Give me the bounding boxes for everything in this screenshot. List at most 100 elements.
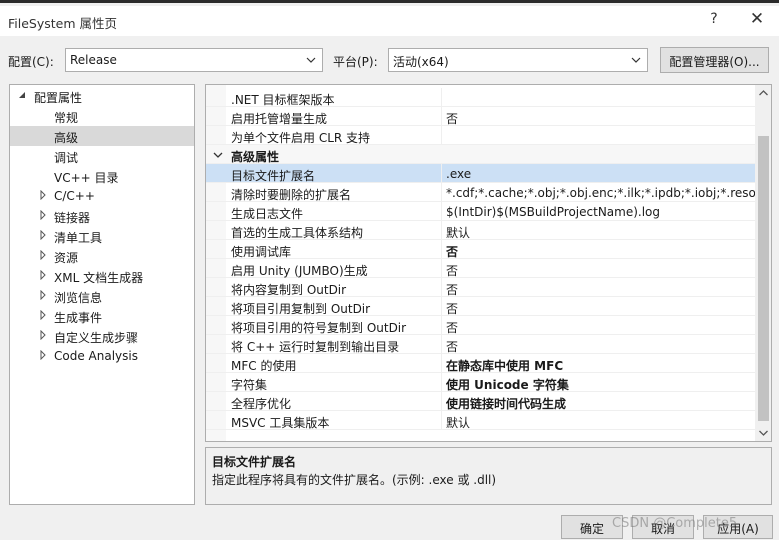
- tree-item-label: 自定义生成步骤: [54, 331, 139, 345]
- property-name: 字符集: [231, 378, 268, 392]
- tree-item[interactable]: 浏览信息: [10, 286, 194, 306]
- tree-item-label: 链接器: [54, 211, 91, 225]
- property-row[interactable]: 生成日志文件 $(IntDir)$(MSBuildProjectName).log: [206, 202, 756, 221]
- platform-select[interactable]: 活动(x64): [388, 48, 648, 72]
- property-row[interactable]: 为单个文件启用 CLR 支持: [206, 126, 756, 145]
- tree-item-label: C/C++: [54, 189, 95, 203]
- tree-item[interactable]: 清单工具: [10, 226, 194, 246]
- property-value[interactable]: 在静态库中使用 MFC: [446, 357, 756, 374]
- property-name: MSVC 工具集版本: [231, 416, 330, 430]
- collapsed-triangle-icon[interactable]: [38, 330, 48, 340]
- vertical-scrollbar[interactable]: [755, 85, 771, 441]
- collapsed-triangle-icon[interactable]: [38, 310, 48, 320]
- property-row[interactable]: 目标文件扩展名 .exe: [206, 164, 756, 183]
- property-value[interactable]: $(IntDir)$(MSBuildProjectName).log: [446, 205, 756, 219]
- property-value[interactable]: 否: [446, 262, 756, 279]
- property-row[interactable]: MFC 的使用 在静态库中使用 MFC: [206, 354, 756, 373]
- property-value[interactable]: 否: [446, 319, 756, 336]
- tree-item[interactable]: Code Analysis: [10, 346, 194, 366]
- property-value[interactable]: 默认: [446, 224, 756, 241]
- property-row[interactable]: .NET 目标框架版本: [206, 88, 756, 107]
- property-row[interactable]: 字符集 使用 Unicode 字符集: [206, 373, 756, 392]
- property-name: 目标文件扩展名: [231, 169, 316, 183]
- property-value[interactable]: 默认: [446, 414, 756, 431]
- property-row[interactable]: 将项目引用复制到 OutDir 否: [206, 297, 756, 316]
- scroll-down-icon[interactable]: [758, 428, 769, 438]
- column-divider: [441, 354, 442, 373]
- column-divider: [441, 392, 442, 411]
- property-row[interactable]: 启用托管增量生成 否: [206, 107, 756, 126]
- column-divider: [441, 221, 442, 240]
- tree-item-label: 高级: [54, 131, 79, 145]
- property-grid: .NET 目标框架版本 启用托管增量生成否为单个文件启用 CLR 支持 高级属性 目标…: [205, 84, 772, 442]
- property-value[interactable]: 否: [446, 281, 756, 298]
- property-name: MFC 的使用: [231, 359, 297, 373]
- property-value[interactable]: 使用 Unicode 字符集: [446, 376, 756, 393]
- column-divider: [441, 278, 442, 297]
- close-button[interactable]: ✕: [748, 9, 766, 29]
- tree-item-label: 浏览信息: [54, 291, 103, 305]
- tree-item[interactable]: 高级: [10, 126, 194, 146]
- property-row[interactable]: 将 C++ 运行时复制到输出目录 否: [206, 335, 756, 354]
- collapsed-triangle-icon[interactable]: [38, 250, 48, 260]
- configuration-manager-button[interactable]: 配置管理器(O)...: [660, 47, 769, 73]
- property-value[interactable]: 否: [446, 300, 756, 317]
- property-value[interactable]: *.cdf;*.cache;*.obj;*.obj.enc;*.ilk;*.ip…: [446, 186, 756, 200]
- tree-item[interactable]: VC++ 目录: [10, 166, 194, 186]
- tree-item[interactable]: 自定义生成步骤: [10, 326, 194, 346]
- config-select[interactable]: Release: [65, 48, 323, 72]
- chevron-down-icon[interactable]: [213, 151, 223, 159]
- property-row[interactable]: MSVC 工具集版本 默认: [206, 411, 756, 430]
- tree-item[interactable]: XML 文档生成器: [10, 266, 194, 286]
- property-name: 将内容复制到 OutDir: [231, 283, 347, 297]
- tree-item[interactable]: 链接器: [10, 206, 194, 226]
- property-value[interactable]: 使用链接时间代码生成: [446, 395, 756, 412]
- property-row[interactable]: 将内容复制到 OutDir 否: [206, 278, 756, 297]
- description-text: 指定此程序将具有的文件扩展名。(示例: .exe 或 .dll): [212, 473, 497, 487]
- property-row[interactable]: 将项目引用的符号复制到 OutDir 否: [206, 316, 756, 335]
- tree-item[interactable]: 资源: [10, 246, 194, 266]
- property-value[interactable]: 否: [446, 110, 756, 127]
- collapsed-triangle-icon[interactable]: [38, 230, 48, 240]
- tree-item[interactable]: 调试: [10, 146, 194, 166]
- tree-item-label: 配置属性: [34, 91, 83, 105]
- collapsed-triangle-icon[interactable]: [38, 190, 48, 200]
- property-row[interactable]: 全程序优化 使用链接时间代码生成: [206, 392, 756, 411]
- tree-item[interactable]: 生成事件: [10, 306, 194, 326]
- property-category[interactable]: 高级属性: [206, 145, 756, 164]
- property-value[interactable]: 否: [446, 243, 756, 260]
- property-name: 全程序优化: [231, 397, 292, 411]
- property-value[interactable]: 否: [446, 338, 756, 355]
- property-name: 启用托管增量生成: [231, 112, 328, 126]
- platform-label: 平台(P):: [333, 55, 378, 69]
- collapsed-triangle-icon[interactable]: [38, 210, 48, 220]
- property-value[interactable]: .exe: [446, 167, 756, 181]
- config-value: Release: [70, 53, 117, 67]
- property-name: 首选的生成工具体系结构: [231, 226, 364, 240]
- property-row[interactable]: 清除时要删除的扩展名 *.cdf;*.cache;*.obj;*.obj.enc;…: [206, 183, 756, 202]
- property-name: 为单个文件启用 CLR 支持: [231, 131, 371, 145]
- tree-item-label: XML 文档生成器: [54, 271, 144, 285]
- collapsed-triangle-icon[interactable]: [38, 350, 48, 360]
- tree-item[interactable]: 常规: [10, 106, 194, 126]
- tree-item-root[interactable]: 配置属性: [10, 86, 194, 106]
- watermark: CSDN @Complete5: [612, 516, 738, 531]
- expanded-triangle-icon[interactable]: [17, 90, 27, 100]
- property-row[interactable]: 首选的生成工具体系结构 默认: [206, 221, 756, 240]
- collapsed-triangle-icon[interactable]: [38, 290, 48, 300]
- tree-item-label: 生成事件: [54, 311, 103, 325]
- column-divider: [441, 88, 442, 107]
- collapsed-triangle-icon[interactable]: [38, 270, 48, 280]
- help-button[interactable]: ?: [707, 11, 721, 27]
- property-row[interactable]: 使用调试库 否: [206, 240, 756, 259]
- property-name: 将项目引用的符号复制到 OutDir: [231, 321, 407, 335]
- property-name: 启用 Unity (JUMBO)生成: [231, 264, 368, 278]
- column-divider: [441, 297, 442, 316]
- column-divider: [441, 373, 442, 392]
- scroll-up-icon[interactable]: [758, 88, 769, 98]
- ok-label: 确定: [579, 522, 604, 536]
- scrollbar-thumb[interactable]: [758, 136, 769, 421]
- tree-item[interactable]: C/C++: [10, 186, 194, 206]
- property-name: 将项目引用复制到 OutDir: [231, 302, 371, 316]
- property-row[interactable]: 启用 Unity (JUMBO)生成 否: [206, 259, 756, 278]
